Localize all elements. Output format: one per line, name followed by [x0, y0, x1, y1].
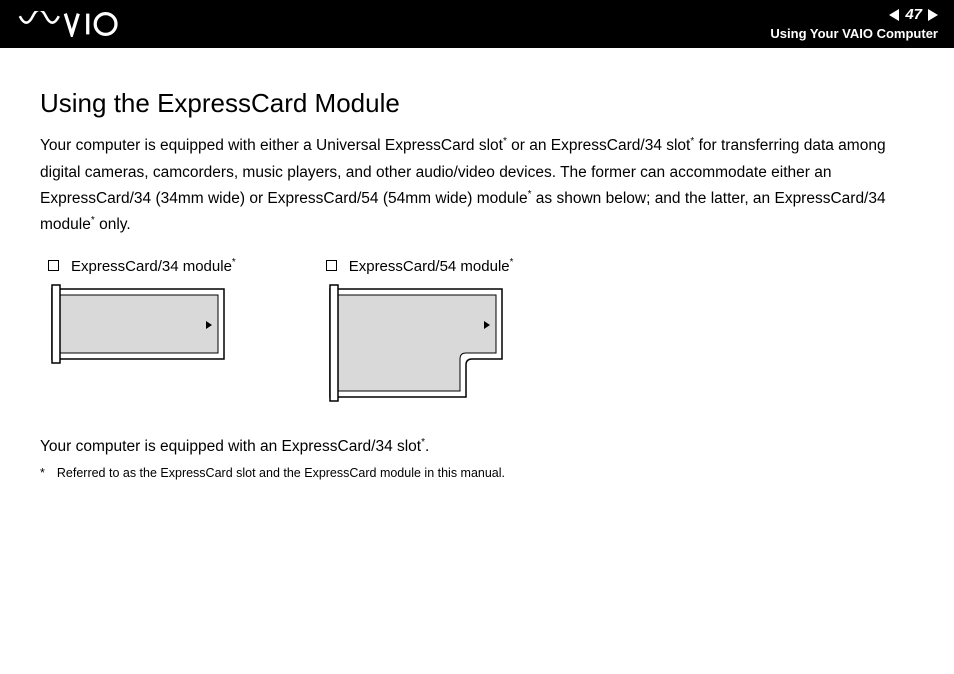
- bullet-square-icon: [48, 260, 59, 271]
- module-34-label: ExpressCard/34 module*: [71, 257, 236, 275]
- module-34-label-text: ExpressCard/34 module: [71, 258, 232, 275]
- header-right: 47 Using Your VAIO Computer: [770, 4, 938, 43]
- module-34-block: ExpressCard/34 module*: [48, 257, 236, 373]
- header-subtitle: Using Your VAIO Computer: [770, 25, 938, 43]
- header-bar: 47 Using Your VAIO Computer: [0, 0, 954, 48]
- content-area: Using the ExpressCard Module Your comput…: [0, 48, 954, 500]
- module-54-block: ExpressCard/54 module*: [326, 257, 536, 413]
- intro-text-2: or an ExpressCard/34 slot: [507, 137, 691, 154]
- section-title: Using the ExpressCard Module: [40, 88, 914, 119]
- module-54-label: ExpressCard/54 module*: [349, 257, 514, 275]
- next-page-arrow-icon[interactable]: [928, 9, 938, 21]
- expresscard-34-diagram: [48, 283, 228, 373]
- module-34-label-row: ExpressCard/34 module*: [48, 257, 236, 275]
- equipped-text-1: Your computer is equipped with an Expres…: [40, 438, 421, 455]
- equipped-text: Your computer is equipped with an Expres…: [40, 437, 914, 456]
- footnote-marker: *: [40, 466, 45, 480]
- footnote-ref-icon: *: [510, 257, 514, 268]
- module-54-label-row: ExpressCard/54 module*: [326, 257, 536, 275]
- footnote: * Referred to as the ExpressCard slot an…: [40, 466, 914, 480]
- footnote-ref-icon: *: [232, 257, 236, 268]
- intro-text-1: Your computer is equipped with either a …: [40, 137, 503, 154]
- intro-paragraph: Your computer is equipped with either a …: [40, 133, 914, 239]
- module-54-label-text: ExpressCard/54 module: [349, 258, 510, 275]
- page-number: 47: [905, 4, 922, 25]
- modules-row: ExpressCard/34 module* ExpressCard/54 mo…: [48, 257, 914, 413]
- expresscard-54-diagram: [326, 283, 536, 413]
- vaio-logo: [12, 0, 142, 48]
- footnote-text: Referred to as the ExpressCard slot and …: [57, 466, 505, 480]
- prev-page-arrow-icon[interactable]: [889, 9, 899, 21]
- bullet-square-icon: [326, 260, 337, 271]
- intro-text-5: only.: [95, 217, 131, 234]
- page-navigation: 47: [770, 4, 938, 25]
- equipped-text-2: .: [425, 438, 429, 455]
